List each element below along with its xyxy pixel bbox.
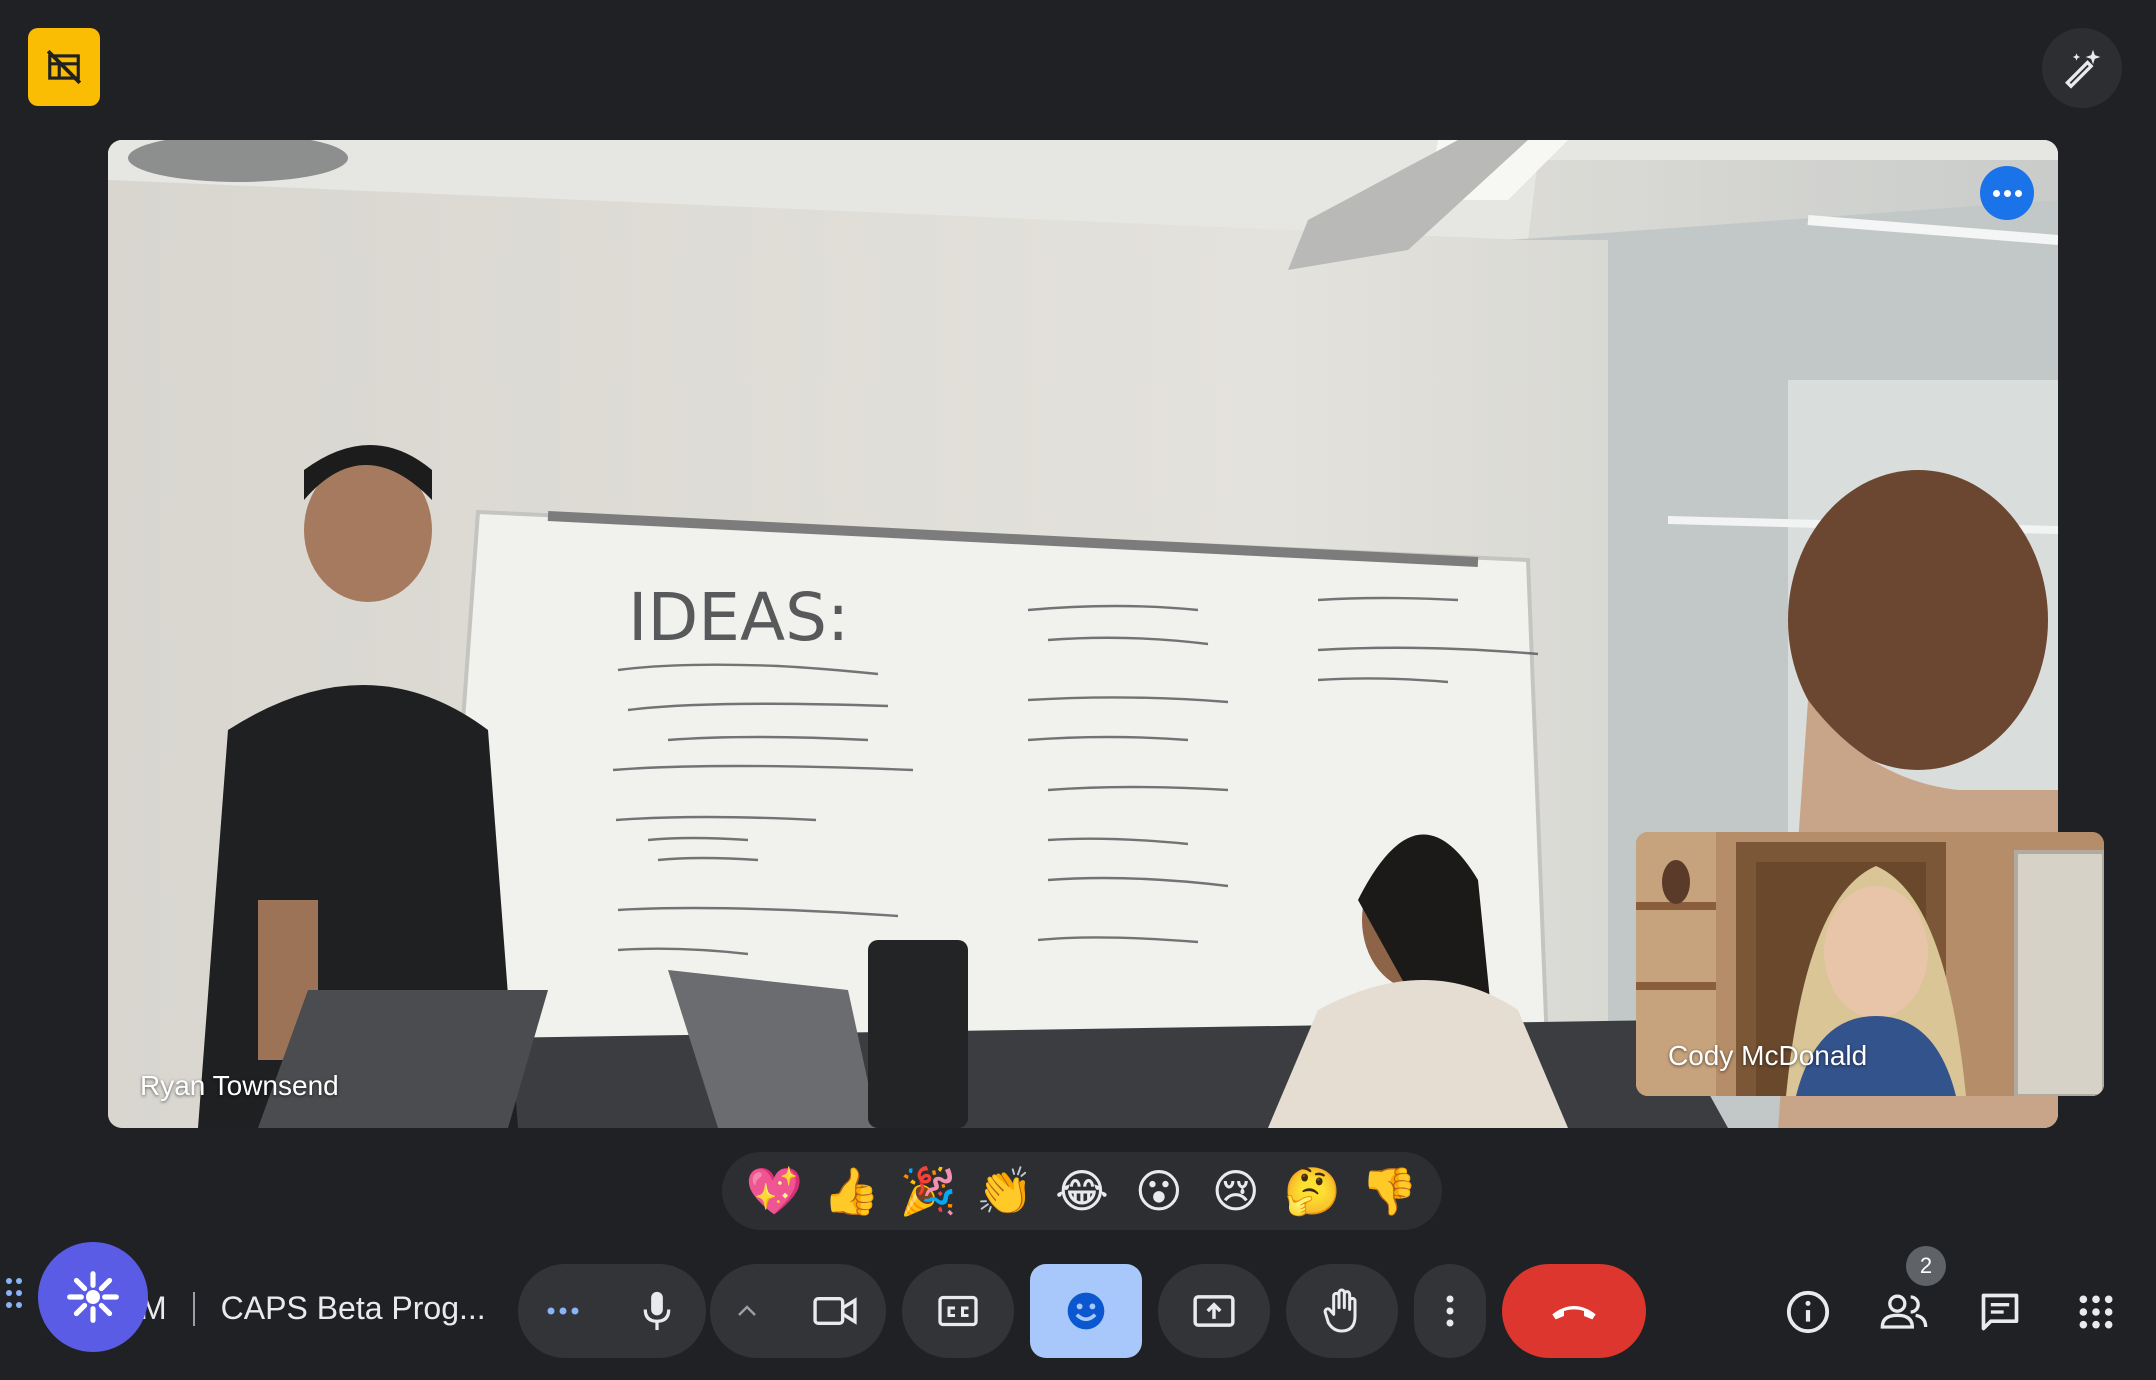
people-icon (1880, 1294, 1928, 1329)
reaction-tears-of-joy[interactable]: 😂 (1049, 1158, 1115, 1224)
pip-participant-name: Cody McDonald (1668, 1040, 1868, 1071)
apps-grid-icon (2079, 1295, 2113, 1329)
chat-icon (1981, 1293, 2019, 1331)
camera-options-button[interactable] (710, 1264, 784, 1358)
visual-effects-button[interactable] (2042, 28, 2122, 108)
divider (192, 1291, 195, 1326)
more-options-button[interactable] (1414, 1264, 1486, 1358)
leave-call-button[interactable] (1502, 1264, 1646, 1358)
meeting-details[interactable]: M CAPS Beta Prog... (140, 1290, 486, 1327)
reaction-thumbs-down[interactable]: 👎 (1356, 1158, 1422, 1224)
reaction-surprised[interactable]: 😮 (1126, 1158, 1192, 1224)
visual-effects-pen-icon (2064, 49, 2101, 89)
reaction-crying[interactable]: 😢 (1203, 1158, 1269, 1224)
camera-control-group (710, 1264, 886, 1358)
present-screen-icon (1193, 1295, 1235, 1327)
main-video-more-button[interactable] (1980, 166, 2034, 220)
people-count-badge: 2 (1906, 1246, 1946, 1286)
reactions-bar: 💖 👍 🎉 👏 😂 😮 😢 🤔 👎 (722, 1152, 1442, 1230)
self-view-tile[interactable]: Cody McDonald (1636, 832, 2104, 1096)
closed-captions-icon (938, 1295, 978, 1327)
reaction-sparkling-heart[interactable]: 💖 (741, 1158, 807, 1224)
reaction-thumbs-up[interactable]: 👍 (818, 1158, 884, 1224)
dot (2003, 189, 2011, 197)
meeting-title: CAPS Beta Prog... (220, 1290, 486, 1326)
chevron-up-icon (738, 1305, 756, 1316)
dot (6, 1278, 12, 1284)
dot (16, 1290, 22, 1296)
emoji-button[interactable] (1030, 1264, 1142, 1358)
mic-icon (643, 1291, 671, 1331)
call-end-icon (1552, 1306, 1596, 1320)
activities-button[interactable] (2054, 1270, 2138, 1354)
more-horizontal-icon (1992, 189, 2000, 197)
mic-control-group (518, 1264, 706, 1358)
reaction-party-popper[interactable]: 🎉 (895, 1158, 961, 1224)
layout-badge[interactable] (28, 28, 100, 106)
drag-handle[interactable] (6, 1278, 28, 1318)
more-vertical-icon (1446, 1295, 1454, 1327)
more-reactions-button[interactable] (518, 1264, 608, 1358)
dot (6, 1290, 12, 1296)
no-video-layout-icon (46, 49, 82, 85)
meeting-info-button[interactable] (1766, 1270, 1850, 1354)
dot (16, 1278, 22, 1284)
chat-button[interactable] (1958, 1270, 2042, 1354)
hand-icon (1323, 1288, 1357, 1333)
gemini-button[interactable] (38, 1242, 148, 1352)
dot (6, 1302, 12, 1308)
whiteboard-heading: IDEAS: (628, 579, 849, 656)
info-icon (1786, 1290, 1830, 1334)
camera-button[interactable] (784, 1264, 886, 1358)
gemini-sparkle-icon (67, 1271, 119, 1323)
dot (2014, 189, 2022, 197)
videocam-icon (813, 1297, 857, 1325)
mic-button[interactable] (608, 1264, 706, 1358)
more-dots-icon (547, 1307, 579, 1315)
emoji-icon (1067, 1292, 1105, 1330)
raise-hand-button[interactable] (1286, 1264, 1398, 1358)
reaction-thinking[interactable]: 🤔 (1280, 1158, 1346, 1224)
reaction-clapping-hands[interactable]: 👏 (972, 1158, 1038, 1224)
captions-button[interactable] (902, 1264, 1014, 1358)
main-participant-name: Ryan Townsend (140, 1070, 339, 1101)
dot (16, 1302, 22, 1308)
present-button[interactable] (1158, 1264, 1270, 1358)
